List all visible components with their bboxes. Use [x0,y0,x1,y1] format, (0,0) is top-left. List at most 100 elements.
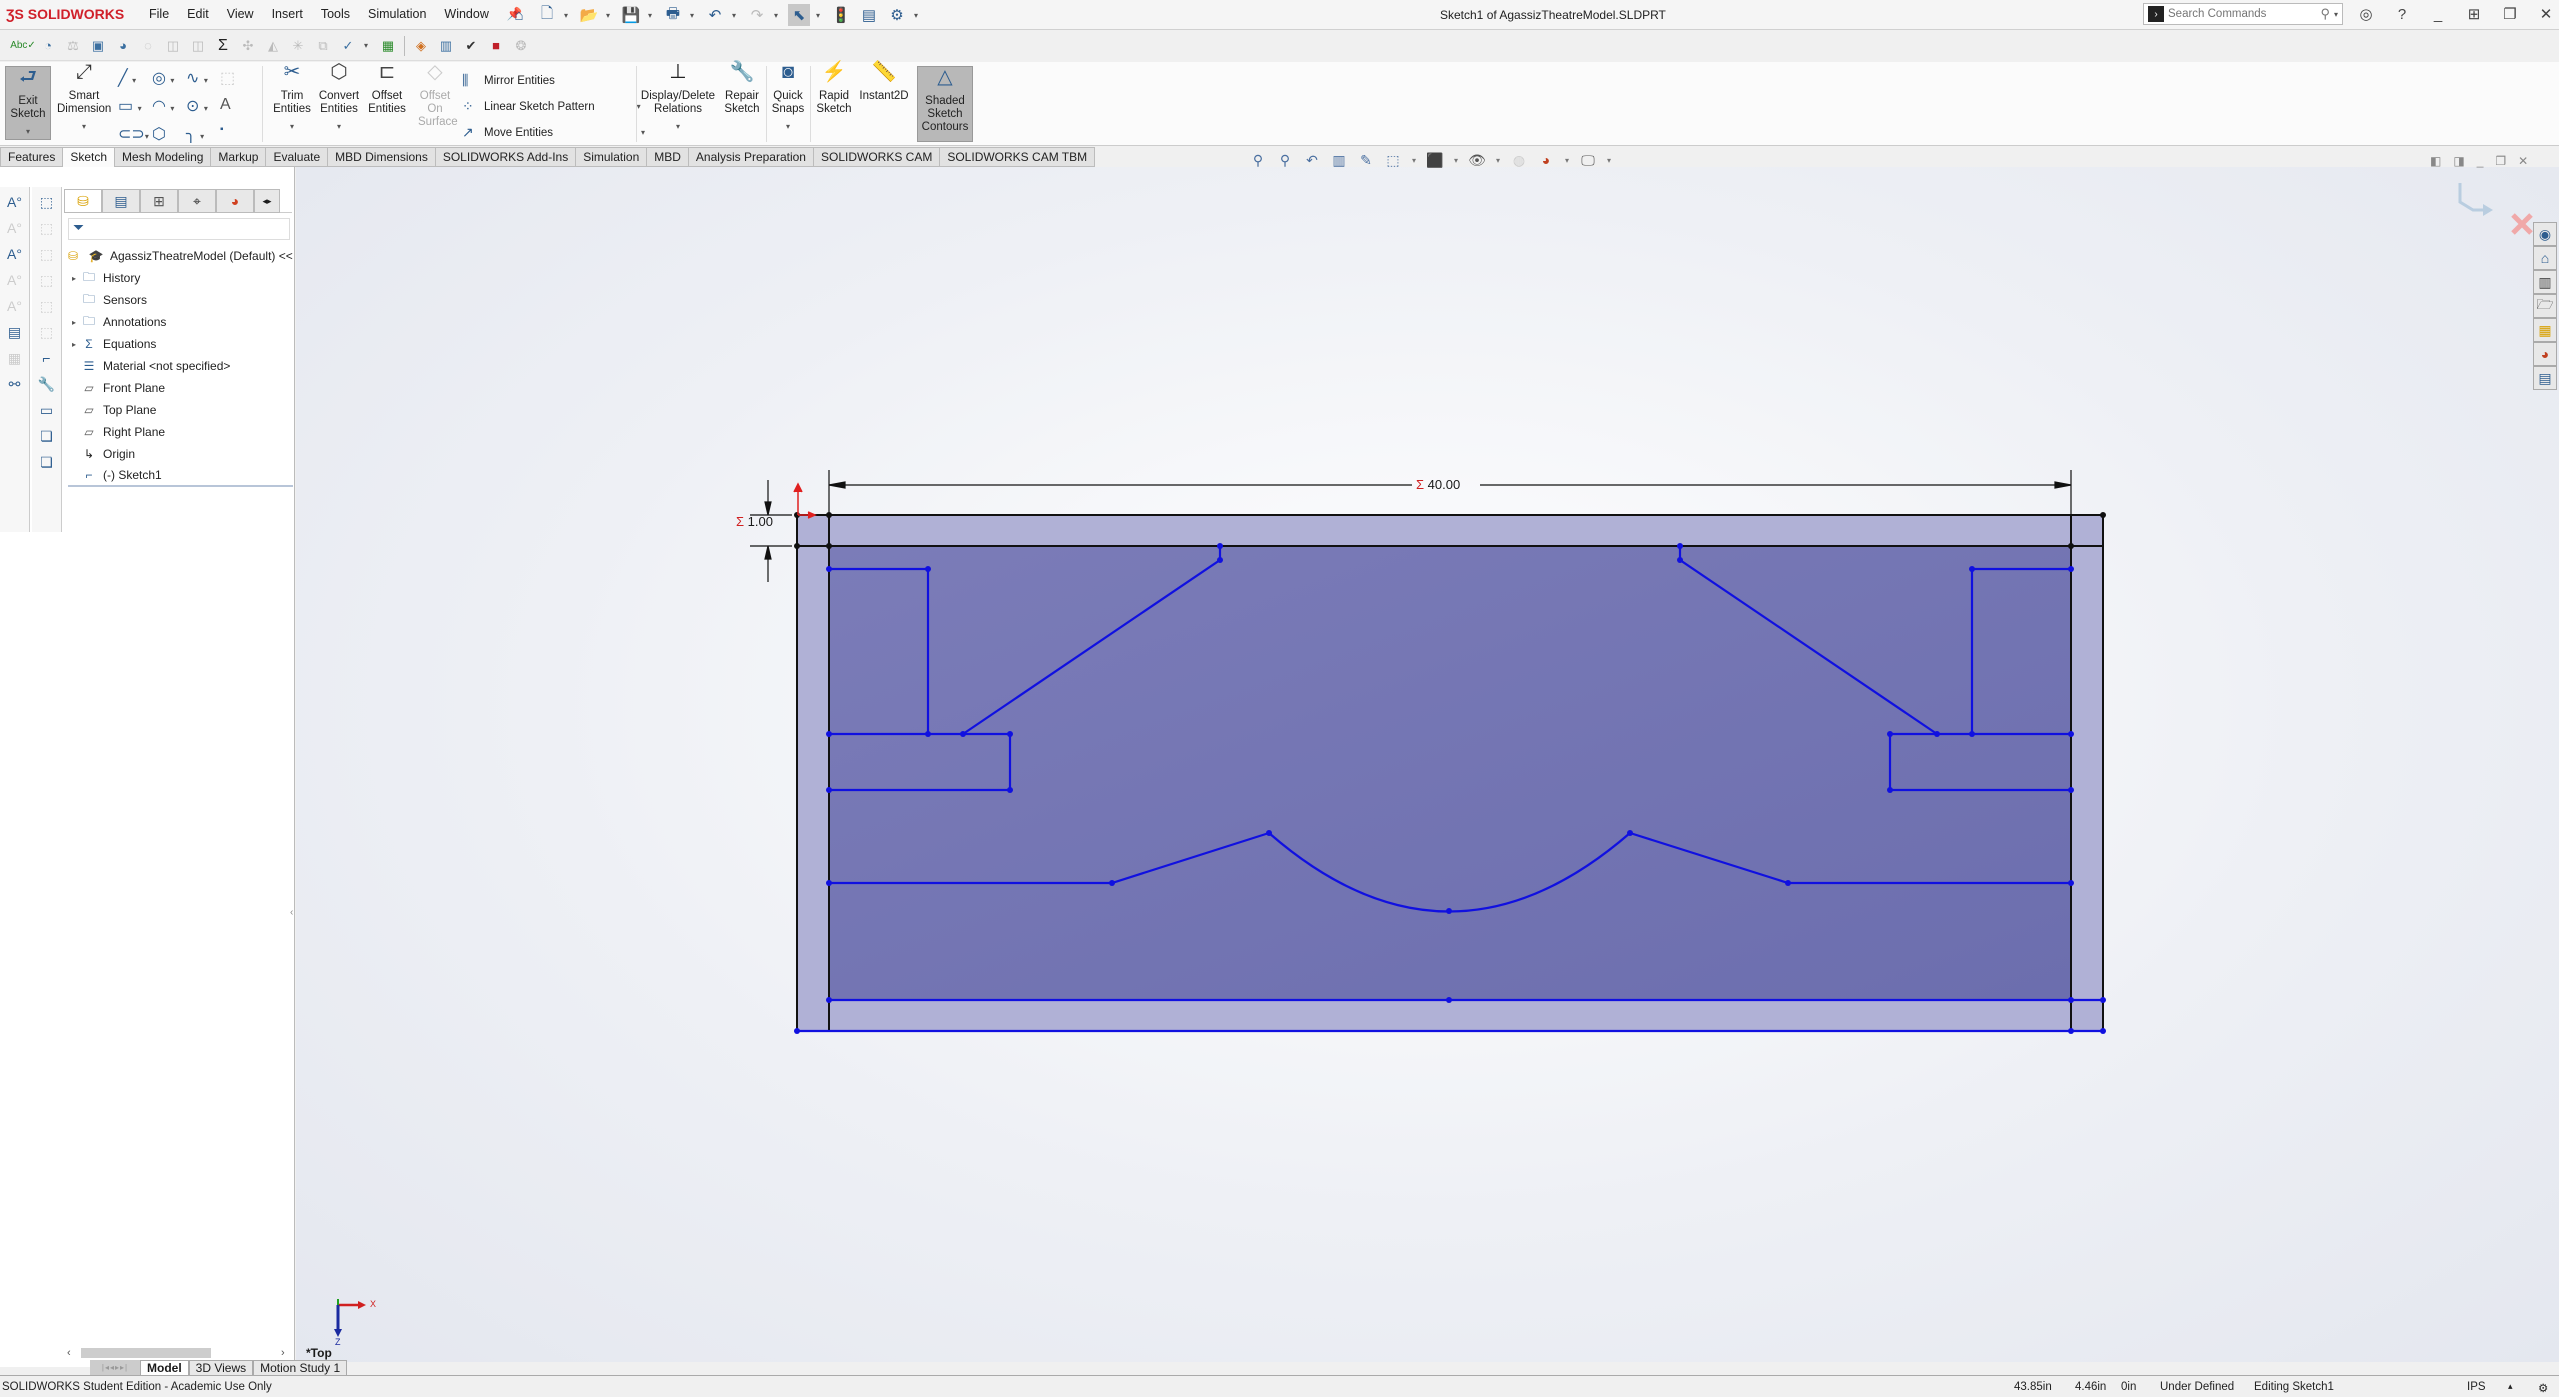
tree-item-annotations[interactable]: ▸ 🗀 Annotations [68,311,293,333]
draft-analysis-icon[interactable]: ✣ [239,37,257,55]
stop-icon[interactable]: ■ [487,37,505,55]
tab-mbd[interactable]: MBD [647,147,689,167]
check-icon[interactable]: ◫ [164,37,182,55]
chevron-down-icon[interactable]: ▾ [335,120,343,133]
property-manager-tab-icon[interactable]: ▤ [102,189,140,213]
solidworks-resources-icon[interactable]: ◉ [2533,222,2557,246]
edit-appearance-icon[interactable]: ◍ [1509,150,1529,170]
redo-icon[interactable]: ↷ [746,4,768,26]
view-cube-icon[interactable]: ⬚ [36,217,58,239]
sensor-icon[interactable]: ◕ [114,37,132,55]
tab-motion-study-1[interactable]: Motion Study 1 [253,1360,348,1375]
minimize-icon[interactable]: _ [2427,3,2449,25]
display-delete-relations-button[interactable]: ⊥ Display/Delete Relations ▾ [640,62,716,133]
block-icon[interactable]: ▭ [36,399,58,421]
previous-view-icon[interactable]: ↶ [1302,150,1322,170]
smart-dimension-button[interactable]: ⤢ Smart Dimension ▾ [55,62,113,133]
tab-solidworks-add-ins[interactable]: SOLIDWORKS Add-Ins [435,147,577,167]
chevron-down-icon[interactable]: ▾ [914,11,922,20]
mirror-entities-button[interactable]: ⫼ Mirror Entities [462,72,555,89]
spline-icon[interactable]: ∿ ▾ [186,68,220,88]
custom-properties-icon[interactable]: ▤ [2533,366,2557,390]
design-table-icon[interactable]: ▦ [379,37,397,55]
tree-item-equations[interactable]: ▸ Σ Equations [68,333,293,355]
cancel-sketch-icon[interactable] [2510,212,2534,236]
tab-features[interactable]: Features [0,147,64,167]
surface-spline-icon[interactable]: ⬚ [220,68,254,88]
file-explorer-icon[interactable]: 🗁 [2533,294,2557,318]
view-cube-icon[interactable]: ⬚ [36,321,58,343]
surface-finish-icon[interactable]: A° [4,269,26,291]
section-view-icon[interactable]: ▥ [1329,150,1349,170]
compare-icon[interactable]: ⧉ [314,37,332,55]
polygon-icon[interactable]: ⬡ [152,124,186,144]
rapid-sketch-button[interactable]: ⚡ Rapid Sketch [814,62,854,116]
chevron-down-icon[interactable]: ▾ [1410,150,1418,170]
tab-solidworks-cam-tbm[interactable]: SOLIDWORKS CAM TBM [940,147,1096,167]
search-input[interactable] [2168,8,2321,20]
unit-system[interactable]: IPS [2467,1381,2486,1393]
expand-arrow-icon[interactable]: ▸ [68,318,80,327]
menu-view[interactable]: View [218,7,263,22]
scroll-right-icon[interactable]: › [281,1347,285,1359]
point-icon[interactable]: ▪ [220,124,254,144]
tree-item-history[interactable]: ▸ 🗀 History [68,267,293,289]
home-icon[interactable]: ⌂ [508,4,530,26]
open-icon[interactable]: 📂 [578,4,600,26]
slot-icon[interactable]: ⊂⊃▾ [118,124,152,144]
chevron-down-icon[interactable]: ▾ [784,120,792,133]
move-entities-button[interactable]: ↗ Move Entities ▾ [462,124,649,141]
layers-icon[interactable]: ❏ [36,425,58,447]
repair-icon[interactable]: 🔧 [36,373,58,395]
solidworks-logo[interactable]: ƷS SOLIDWORKS [6,6,124,22]
view-palette-icon[interactable]: ▦ [2533,318,2557,342]
arc-icon[interactable]: ◠ ▾ [152,96,186,116]
instant2d-button[interactable]: 📏 Instant2D [858,62,910,103]
datum-target-icon[interactable]: ▦ [4,347,26,369]
sketch-edit-icon[interactable]: ⌐ [36,347,58,369]
tree-horizontal-scrollbar[interactable]: ‹ › [65,1346,295,1360]
exit-sketch-button[interactable]: ⮐ Exit Sketch ▾ [5,66,51,140]
chevron-down-icon[interactable]: ▾ [1494,150,1502,170]
linear-sketch-pattern-button[interactable]: ⁘ Linear Sketch Pattern ▾ [462,98,645,115]
zoom-to-fit-icon[interactable]: ⚲ [1248,150,1268,170]
file-properties-icon[interactable]: ▤ [858,4,880,26]
dimxpert-tab-icon[interactable]: ⌖ [178,189,216,213]
repair-sketch-button[interactable]: 🔧 Repair Sketch [722,62,762,116]
equations-icon[interactable]: Σ [214,37,232,55]
undercut-icon[interactable]: ◭ [264,37,282,55]
viewport-close-icon[interactable]: ✕ [2518,154,2528,168]
tab-sketch[interactable]: Sketch [63,147,116,167]
tree-item-sensors[interactable]: 🗀 Sensors [68,289,293,311]
chevron-down-icon[interactable]: ▾ [606,11,614,20]
search-commands[interactable]: › ⚲ ▾ [2143,3,2343,25]
view-settings-icon[interactable]: 🖵 [1578,150,1598,170]
tab-navigation-controls[interactable]: |◂◂▸▸| [90,1360,140,1375]
shaded-sketch-contours-button[interactable]: △ Shaded Sketch Contours [917,66,973,142]
offset-on-surface-button[interactable]: ◇ Offset On Surface [414,62,458,129]
user-account-icon[interactable]: ◎ [2355,3,2377,25]
chevron-down-icon[interactable]: ▾ [364,41,372,50]
home-icon[interactable]: ⌂ [2533,246,2557,270]
tree-root[interactable]: ⛁ 🎓 AgassizTheatreModel (Default) << [64,245,293,267]
chevron-down-icon[interactable]: ▾ [80,120,88,133]
chevron-down-icon[interactable]: ▾ [690,11,698,20]
tab-evaluate[interactable]: Evaluate [266,147,329,167]
menu-insert[interactable]: Insert [263,7,312,22]
smart-dimension-icon[interactable]: ⚯ [4,373,26,395]
layers-icon[interactable]: ❏ [36,451,58,473]
thickness-analysis-icon[interactable]: ◈ [412,37,430,55]
note-icon[interactable]: A° [4,191,26,213]
chevron-down-icon[interactable]: ▾ [816,11,824,20]
tab-solidworks-cam[interactable]: SOLIDWORKS CAM [813,147,941,167]
ellipse-icon[interactable]: ⊙ ▾ [186,96,220,116]
panel-collapse-handle[interactable]: ‹ [290,907,293,918]
filter-icon[interactable]: ⏷ [68,218,290,240]
width-dimension-label[interactable]: Σ 40.00 [1416,477,1460,492]
mass-properties-icon[interactable]: ⚖ [64,37,82,55]
section-properties-icon[interactable]: ▣ [89,37,107,55]
appearance-icon[interactable]: ❂ [512,37,530,55]
search-icon[interactable]: ⚲ [2320,6,2330,22]
tab-3d-views[interactable]: 3D Views [188,1360,254,1375]
view-cube-icon[interactable]: ⬚ [36,191,58,213]
